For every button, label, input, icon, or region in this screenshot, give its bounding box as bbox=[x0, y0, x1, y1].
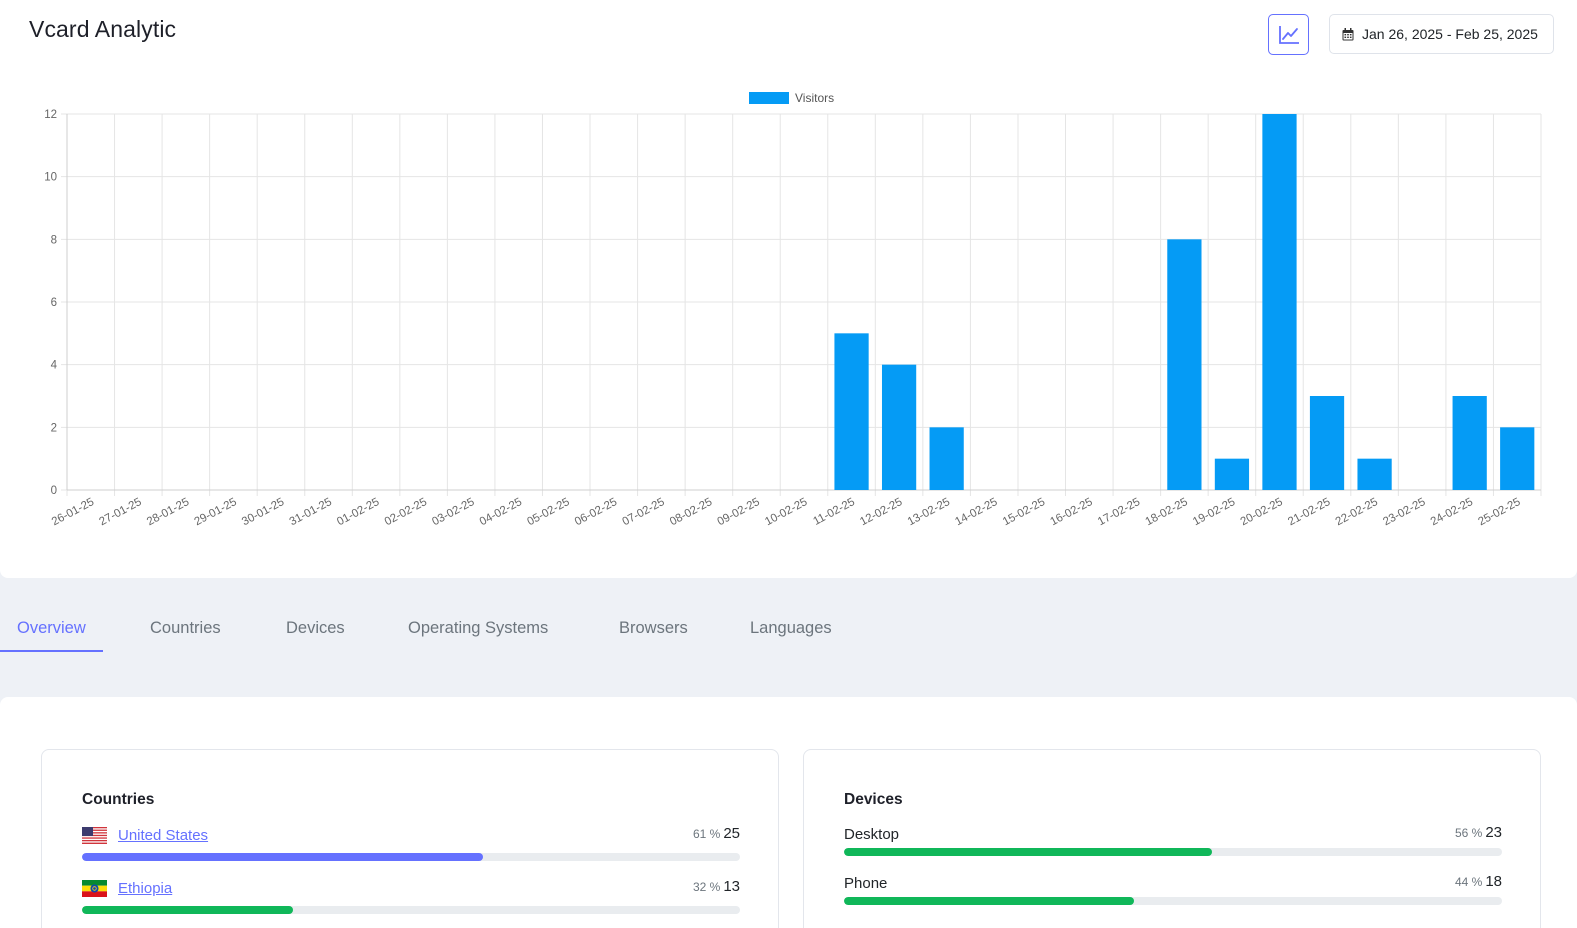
devices-panel: Devices Desktop 56 % 23 Phone 44 % 18 bbox=[803, 749, 1541, 928]
y-tick-label: 4 bbox=[51, 360, 58, 372]
device-stat: 56 % 23 bbox=[1454, 824, 1502, 841]
x-tick-label: 14-02-25 bbox=[953, 496, 999, 528]
bar bbox=[1357, 458, 1392, 490]
tab-countries[interactable]: Countries bbox=[133, 610, 238, 652]
device-label: Desktop bbox=[844, 826, 900, 843]
x-tick-label: 30-01-25 bbox=[240, 496, 286, 528]
x-tick-label: 28-01-25 bbox=[145, 496, 191, 528]
country-stat: 61 % 25 bbox=[692, 825, 740, 842]
x-tick-label: 12-02-25 bbox=[858, 496, 904, 528]
us-flag-icon bbox=[82, 827, 107, 844]
tab-devices[interactable]: Devices bbox=[269, 610, 362, 652]
bar bbox=[1309, 396, 1345, 490]
x-tick-label: 21-02-25 bbox=[1286, 496, 1332, 528]
x-tick-label: 22-02-25 bbox=[1334, 496, 1380, 528]
countries-title: Countries bbox=[82, 791, 155, 808]
tab-operating-systems[interactable]: Operating Systems bbox=[391, 610, 565, 652]
bar bbox=[881, 364, 917, 490]
progress-bar bbox=[82, 853, 740, 861]
country-link[interactable]: Ethiopia bbox=[118, 880, 172, 897]
list-item: Ethiopia 32 % 13 bbox=[82, 878, 740, 920]
x-tick-label: 20-02-25 bbox=[1239, 496, 1285, 528]
x-tick-label: 16-02-25 bbox=[1048, 496, 1094, 528]
analytics-tabs: Overview Countries Devices Operating Sys… bbox=[0, 610, 900, 652]
x-tick-label: 27-01-25 bbox=[97, 496, 143, 528]
bar bbox=[929, 427, 964, 490]
x-tick-label: 13-02-25 bbox=[906, 496, 952, 528]
x-tick-label: 25-02-25 bbox=[1476, 496, 1522, 528]
x-tick-label: 04-02-25 bbox=[478, 496, 524, 528]
date-range-picker[interactable]: Jan 26, 2025 - Feb 25, 2025 bbox=[1329, 14, 1554, 54]
x-tick-label: 23-02-25 bbox=[1381, 496, 1427, 528]
tab-languages[interactable]: Languages bbox=[733, 610, 849, 652]
y-tick-label: 10 bbox=[44, 172, 57, 184]
x-tick-label: 15-02-25 bbox=[1001, 496, 1047, 528]
calendar-icon bbox=[1342, 27, 1354, 40]
progress-bar bbox=[844, 848, 1502, 856]
bar bbox=[1262, 114, 1297, 490]
progress-bar bbox=[82, 906, 740, 914]
legend-label: Visitors bbox=[795, 91, 834, 105]
x-tick-label: 02-02-25 bbox=[383, 496, 429, 528]
x-tick-label: 17-02-25 bbox=[1096, 496, 1142, 528]
y-tick-label: 0 bbox=[51, 485, 57, 497]
x-tick-label: 11-02-25 bbox=[811, 496, 857, 528]
analytics-card: Vcard Analytic Jan 26, 2025 - Feb 25, 20… bbox=[0, 0, 1577, 578]
x-tick-label: 03-02-25 bbox=[430, 496, 476, 528]
visitors-bar-chart: 0 2 4 6 8 10 12 26-01-25 27-01-25 28-01-25 29-01-2… bbox=[44, 91, 1542, 528]
progress-bar bbox=[844, 897, 1502, 905]
x-tick-label: 09-02-25 bbox=[716, 496, 762, 528]
bar bbox=[834, 333, 869, 490]
x-tick-label: 18-02-25 bbox=[1144, 496, 1190, 528]
x-tick-label: 31-01-25 bbox=[288, 496, 334, 528]
legend-swatch bbox=[749, 92, 789, 104]
bar bbox=[1452, 396, 1487, 490]
x-tick-label: 24-02-25 bbox=[1429, 496, 1475, 528]
progress-bar-fill bbox=[844, 848, 1213, 856]
x-tick-label: 19-02-25 bbox=[1191, 496, 1237, 528]
line-chart-icon bbox=[1278, 25, 1299, 44]
y-tick-label: 12 bbox=[44, 109, 57, 121]
bar bbox=[1500, 427, 1535, 490]
countries-panel: Countries United States 61 % 25 Ethiopia … bbox=[41, 749, 779, 928]
x-tick-label: 10-02-25 bbox=[763, 496, 809, 528]
x-tick-label: 05-02-25 bbox=[525, 496, 571, 528]
bar bbox=[1214, 458, 1250, 490]
progress-bar-fill bbox=[82, 906, 293, 914]
list-item: Phone 44 % 18 bbox=[844, 873, 1502, 915]
y-tick-label: 8 bbox=[51, 234, 57, 246]
bar bbox=[1167, 239, 1202, 490]
progress-bar-fill bbox=[82, 853, 484, 861]
ethiopia-flag-icon bbox=[82, 880, 107, 897]
tab-browsers[interactable]: Browsers bbox=[602, 610, 705, 652]
y-tick-label: 6 bbox=[51, 297, 57, 309]
x-tick-label: 01-02-25 bbox=[335, 496, 381, 528]
chart-toggle-button[interactable] bbox=[1268, 14, 1309, 55]
x-tick-label: 06-02-25 bbox=[573, 496, 619, 528]
device-stat: 44 % 18 bbox=[1454, 873, 1502, 890]
devices-title: Devices bbox=[844, 791, 903, 808]
list-item: Desktop 56 % 23 bbox=[844, 824, 1502, 866]
country-stat: 32 % 13 bbox=[692, 878, 740, 895]
x-tick-label: 29-01-25 bbox=[193, 496, 239, 528]
progress-bar-fill bbox=[844, 897, 1134, 905]
tab-overview[interactable]: Overview bbox=[0, 610, 103, 652]
page-title: Vcard Analytic bbox=[29, 16, 177, 42]
x-tick-label: 07-02-25 bbox=[620, 496, 666, 528]
list-item: United States 61 % 25 bbox=[82, 825, 740, 867]
x-tick-label: 26-01-25 bbox=[50, 496, 96, 528]
device-label: Phone bbox=[844, 875, 888, 892]
date-range-label: Jan 26, 2025 - Feb 25, 2025 bbox=[1362, 26, 1538, 42]
y-tick-label: 2 bbox=[51, 422, 57, 434]
x-tick-label: 08-02-25 bbox=[668, 496, 714, 528]
country-link[interactable]: United States bbox=[118, 827, 208, 844]
